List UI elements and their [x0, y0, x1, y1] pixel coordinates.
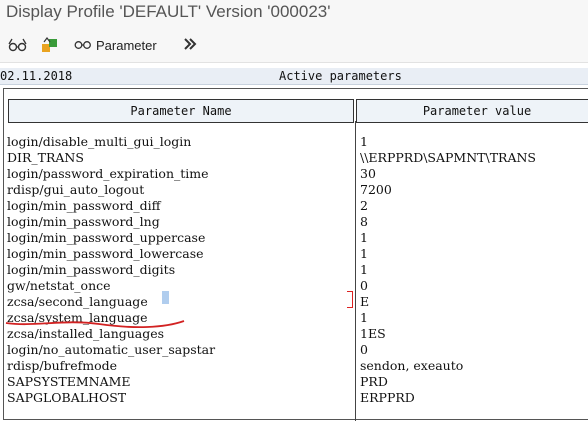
table-row[interactable]: login/password_expiration_time 30	[4, 166, 588, 182]
table-row[interactable]: login/min_password_diff 2	[4, 198, 588, 214]
parameter-value: E	[360, 294, 370, 309]
table-row[interactable]: login/min_password_digits 1	[4, 262, 588, 278]
parameter-value: 30	[360, 166, 376, 181]
glasses-icon	[74, 38, 92, 53]
parameter-button[interactable]: Parameter	[74, 35, 157, 55]
text-cursor-selection	[162, 291, 169, 304]
window-title: Display Profile 'DEFAULT' Version '00002…	[6, 2, 331, 21]
table-row[interactable]: login/min_password_lng 8	[4, 214, 588, 230]
parameter-value: PRD	[360, 374, 388, 389]
parameter-name: login/disable_multi_gui_login	[7, 134, 192, 149]
parameter-name: zcsa/second_language	[7, 294, 148, 309]
parameter-name: rdisp/gui_auto_logout	[7, 182, 145, 197]
table-row[interactable]: DIR_TRANS \\ERPPRD\SAPMNT\TRANS	[4, 150, 588, 166]
parameter-name: login/min_password_digits	[7, 262, 176, 277]
parameter-name: gw/netstat_once	[7, 278, 111, 293]
parameter-value: 8	[360, 214, 368, 229]
table-row[interactable]: login/disable_multi_gui_login 1	[4, 134, 588, 150]
info-bar: 02.11.2018 Active parameters	[0, 68, 588, 85]
parameter-value: 1	[360, 230, 368, 245]
parameter-value: 0	[360, 278, 368, 293]
table-row[interactable]: SAPSYSTEMNAME PRD	[4, 374, 588, 390]
table-row[interactable]: rdisp/gui_auto_logout 7200	[4, 182, 588, 198]
parameter-value: 0	[360, 342, 368, 357]
parameter-value: sendon, exeauto	[360, 358, 464, 373]
parameter-value: \\ERPPRD\SAPMNT\TRANS	[360, 150, 536, 165]
parameter-name: login/min_password_diff	[7, 198, 161, 213]
title-bar: Display Profile 'DEFAULT' Version '00002…	[0, 0, 588, 28]
column-header-parameter-name[interactable]: Parameter Name	[8, 99, 354, 123]
parameter-value: 1	[360, 310, 368, 325]
parameter-name: DIR_TRANS	[7, 150, 84, 165]
parameter-name: login/min_password_lowercase	[7, 246, 204, 261]
red-underline-annotation	[5, 320, 185, 329]
table-row[interactable]: login/no_automatic_user_sapstar 0	[4, 342, 588, 358]
parameter-name: login/password_expiration_time	[7, 166, 209, 181]
glasses-icon[interactable]	[8, 36, 28, 59]
table-row[interactable]: rdisp/bufrefmode sendon, exeauto	[4, 358, 588, 374]
table-row[interactable]: zcsa/second_language E	[4, 294, 588, 310]
parameter-value: 1ES	[360, 326, 386, 341]
parameter-value: 1	[360, 262, 368, 277]
parameter-name: login/min_password_lng	[7, 214, 160, 229]
table-row[interactable]: login/min_password_lowercase 1	[4, 246, 588, 262]
table-row[interactable]: gw/netstat_once 0	[4, 278, 588, 294]
parameter-button-label: Parameter	[96, 37, 157, 53]
parameter-value: 1	[360, 246, 368, 261]
report-date: 02.11.2018	[0, 69, 73, 83]
double-chevron-right-icon[interactable]	[182, 36, 198, 57]
red-bracket-annotation	[347, 291, 353, 308]
table-row[interactable]: SAPGLOBALHOST ERPPRD	[4, 390, 588, 406]
parameter-name: SAPSYSTEMNAME	[7, 374, 131, 389]
parameter-value: ERPPRD	[360, 390, 415, 405]
parameter-name: login/min_password_uppercase	[7, 230, 206, 245]
parameter-name: login/no_automatic_user_sapstar	[7, 342, 216, 357]
parameter-name: rdisp/bufrefmode	[7, 358, 118, 373]
parameter-value: 7200	[360, 182, 392, 197]
parameter-rows: login/disable_multi_gui_login 1 DIR_TRANS…	[4, 134, 588, 406]
toolbar: Parameter	[0, 28, 588, 63]
parameter-value: 2	[360, 198, 368, 213]
parameter-table: Parameter Name Parameter value login/dis…	[3, 88, 588, 421]
change-icon[interactable]	[40, 36, 60, 59]
column-header-parameter-value[interactable]: Parameter value	[356, 99, 588, 123]
table-row[interactable]: login/min_password_uppercase 1	[4, 230, 588, 246]
parameter-name: SAPGLOBALHOST	[7, 390, 127, 405]
report-heading: Active parameters	[279, 69, 402, 83]
parameter-value: 1	[360, 134, 368, 149]
